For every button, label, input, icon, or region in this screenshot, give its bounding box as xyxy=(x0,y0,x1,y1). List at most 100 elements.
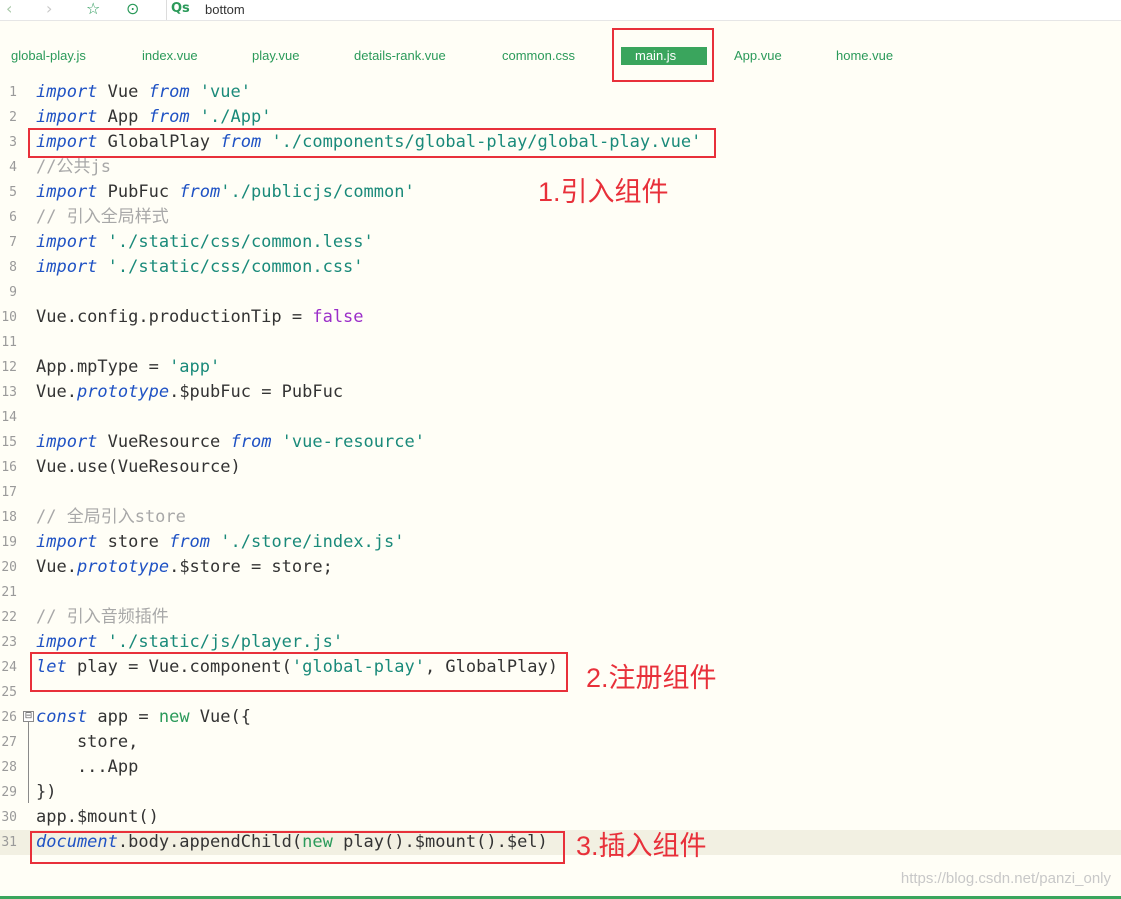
code-token: 'app' xyxy=(169,357,221,377)
line-number: 31 xyxy=(1,835,17,850)
code-token: false xyxy=(312,307,364,327)
code-token: App xyxy=(97,107,149,127)
line-number: 6 xyxy=(9,210,17,225)
code-token: import xyxy=(36,632,98,652)
code-token: import xyxy=(36,107,98,127)
code-line: 19 import store from './store/index.js' xyxy=(0,530,1121,555)
star-icon[interactable]: ☆ xyxy=(86,0,100,20)
code-line: 17 xyxy=(0,480,1121,505)
code-line: 22 // 引入音频插件 xyxy=(0,605,1121,630)
code-line: 12 App.mpType = 'app' xyxy=(0,355,1121,380)
code-token: './publicjs/common' xyxy=(220,182,415,202)
code-token: import xyxy=(36,257,98,277)
code-token: Vue xyxy=(97,82,149,102)
code-token: }) xyxy=(36,782,57,802)
code-token: './static/css/common.css' xyxy=(97,257,364,277)
code-line: 2 import App from './App' xyxy=(0,105,1121,130)
line-number: 8 xyxy=(9,260,17,275)
line-number: 30 xyxy=(1,810,17,825)
code-comment: // 引入全局样式 xyxy=(36,207,169,227)
run-icon[interactable]: ⊙ xyxy=(126,0,139,20)
code-line: 16 Vue.use(VueResource) xyxy=(0,455,1121,480)
tab-app-vue[interactable]: App.vue xyxy=(734,47,782,65)
search-icon: Qs xyxy=(171,1,190,16)
code-token: PubFuc xyxy=(97,182,180,202)
line-number: 29 xyxy=(1,785,17,800)
code-line: 1 import Vue from 'vue' xyxy=(0,80,1121,105)
code-line: 14 xyxy=(0,405,1121,430)
code-line: 13 Vue.prototype.$pubFuc = PubFuc xyxy=(0,380,1121,405)
tab-details-rank-vue[interactable]: details-rank.vue xyxy=(354,47,446,65)
code-token: import xyxy=(36,532,98,552)
code-token: App.mpType = xyxy=(36,357,170,377)
code-line: 29}) xyxy=(0,780,1121,805)
tab-play-vue[interactable]: play.vue xyxy=(252,47,299,65)
code-line: 9 xyxy=(0,280,1121,305)
tab-home-vue[interactable]: home.vue xyxy=(836,47,893,65)
line-number: 14 xyxy=(1,410,17,425)
code-token: Vue.use(VueResource) xyxy=(36,457,241,477)
code-token: const xyxy=(36,707,88,727)
line-number: 21 xyxy=(1,585,17,600)
code-line: 27 store, xyxy=(0,730,1121,755)
code-token: 'vue-resource' xyxy=(271,432,425,452)
code-token: prototype xyxy=(76,382,170,402)
forward-icon[interactable]: › xyxy=(46,0,52,20)
code-line: 30 app.$mount() xyxy=(0,805,1121,830)
code-token: app = xyxy=(87,707,159,727)
code-token: VueResource xyxy=(97,432,231,452)
code-line: 11 xyxy=(0,330,1121,355)
line-number: 5 xyxy=(9,185,17,200)
annotation-box-insert xyxy=(30,831,565,864)
active-tab-highlight-box xyxy=(612,28,714,82)
search-input[interactable]: bottom xyxy=(205,2,245,17)
code-token: from xyxy=(148,107,190,127)
annotation-box-register xyxy=(30,652,568,692)
code-line: 21 xyxy=(0,580,1121,605)
code-line: 10 Vue.config.productionTip = false xyxy=(0,305,1121,330)
code-line: 7 import './static/css/common.less' xyxy=(0,230,1121,255)
code-comment: // 引入音频插件 xyxy=(36,607,169,627)
code-token: from xyxy=(179,182,221,202)
line-number: 23 xyxy=(1,635,17,650)
line-number: 3 xyxy=(9,135,17,150)
code-token: .$pubFuc = PubFuc xyxy=(169,382,344,402)
line-number: 12 xyxy=(1,360,17,375)
code-token: './static/js/player.js' xyxy=(97,632,344,652)
line-number: 22 xyxy=(1,610,17,625)
code-token: Vue({ xyxy=(189,707,251,727)
line-number: 16 xyxy=(1,460,17,475)
tab-global-play-js[interactable]: global-play.js xyxy=(11,47,86,65)
line-number: 20 xyxy=(1,560,17,575)
code-token: import xyxy=(36,432,98,452)
back-icon[interactable]: ‹ xyxy=(6,0,12,20)
line-number: 15 xyxy=(1,435,17,450)
line-number: 26 xyxy=(1,710,17,725)
line-number: 19 xyxy=(1,535,17,550)
code-token: Vue.config.productionTip = xyxy=(36,307,313,327)
code-line: 18 // 全局引入store xyxy=(0,505,1121,530)
code-token: './App' xyxy=(189,107,272,127)
watermark: https://blog.csdn.net/panzi_only xyxy=(900,870,1111,887)
code-token: ...App xyxy=(36,757,139,777)
tab-index-vue[interactable]: index.vue xyxy=(142,47,198,65)
code-token: './static/css/common.less' xyxy=(97,232,374,252)
annotation-register-component: 2.注册组件 xyxy=(586,663,717,693)
code-token: 'vue' xyxy=(189,82,251,102)
tab-common-css[interactable]: common.css xyxy=(502,47,575,65)
line-number: 17 xyxy=(1,485,17,500)
code-line: 26 ⊟ const app = new Vue({ xyxy=(0,705,1121,803)
line-number: 25 xyxy=(1,685,17,700)
line-number: 24 xyxy=(1,660,17,675)
line-number: 10 xyxy=(1,310,17,325)
code-token: store, xyxy=(36,732,139,752)
line-number: 18 xyxy=(1,510,17,525)
toolbar: ‹ › ☆ ⊙ Qs bottom xyxy=(0,0,1121,21)
line-number: 1 xyxy=(9,85,17,100)
code-token: new xyxy=(158,707,190,727)
line-number: 28 xyxy=(1,760,17,775)
code-comment: //公共js xyxy=(36,157,111,177)
code-token: import xyxy=(36,232,98,252)
code-token: store xyxy=(97,532,170,552)
search-box[interactable]: Qs bottom xyxy=(166,0,1121,20)
